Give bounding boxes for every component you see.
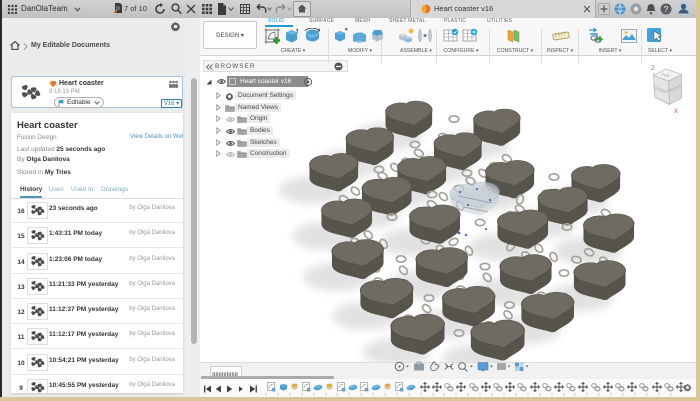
svg-text:X: X (674, 109, 678, 115)
svg-text:Z: Z (651, 66, 655, 72)
svg-text:?: ? (664, 5, 669, 14)
